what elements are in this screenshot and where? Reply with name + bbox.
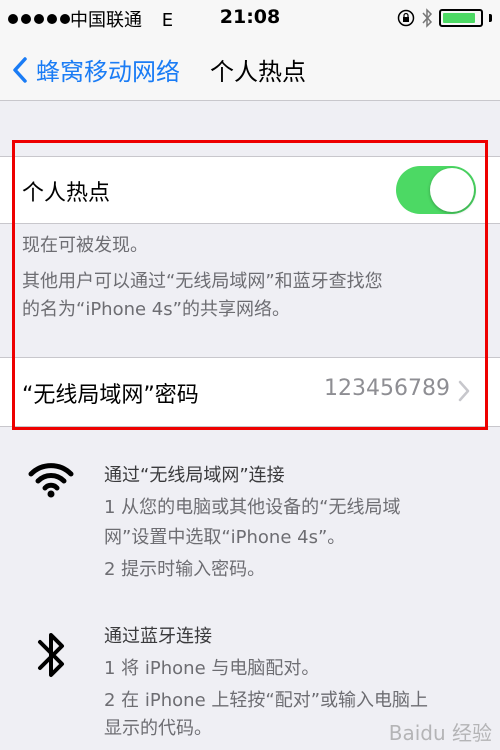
chevron-left-icon xyxy=(13,56,27,83)
back-button[interactable]: 蜂窝移动网络 xyxy=(12,52,180,87)
bluetooth-step-1: 1 将 iPhone 与电脑配对。 xyxy=(104,658,320,679)
battery-level-fill xyxy=(443,13,476,23)
watermark: Baidu 经验 xyxy=(388,721,492,745)
wifi-icon xyxy=(28,463,74,498)
battery-cap xyxy=(489,14,492,22)
bluetooth-status-icon xyxy=(422,8,433,28)
navigation-bar: 蜂窝移动网络 个人热点 xyxy=(0,40,500,101)
wifi-section-title: 通过“无线局域网”连接 xyxy=(104,465,285,486)
rotation-lock-icon xyxy=(397,9,415,27)
back-button-label: 蜂窝移动网络 xyxy=(36,58,180,86)
bluetooth-icon xyxy=(38,633,64,677)
page-title: 个人热点 xyxy=(210,58,306,86)
bluetooth-section-title: 通过蓝牙连接 xyxy=(104,626,212,647)
bluetooth-step-2-line-1: 2 在 iPhone 上轻按“配对”或输入电脑上 xyxy=(104,690,429,711)
wifi-step-2: 2 提示时输入密码。 xyxy=(104,559,266,580)
highlight-box xyxy=(12,140,488,430)
status-bar: 中国联通 E 21:08 xyxy=(0,0,500,40)
wifi-step-1-line-1: 1 从您的电脑或其他设备的“无线局域 xyxy=(104,497,401,518)
wifi-step-1-line-2: 网”设置中选取“iPhone 4s”。 xyxy=(104,527,346,548)
battery-icon xyxy=(439,9,483,27)
